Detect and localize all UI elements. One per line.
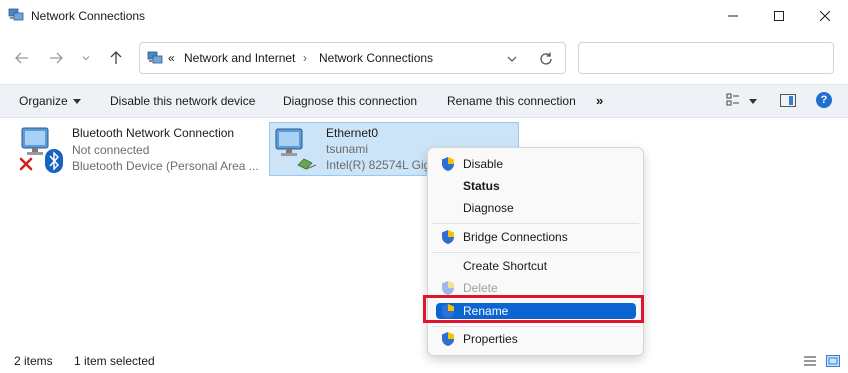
menu-item-status[interactable]: Status — [432, 176, 639, 196]
menu-item-diagnose[interactable]: Diagnose — [432, 198, 639, 218]
breadcrumb-network-connections[interactable]: Network Connections — [319, 51, 433, 65]
disable-device-button[interactable]: Disable this network device — [110, 94, 255, 108]
arrow-up-icon — [110, 51, 122, 64]
back-button[interactable] — [12, 48, 32, 68]
highlight-callout — [423, 295, 644, 323]
chevron-down-icon — [82, 56, 90, 61]
menu-label: Properties — [463, 332, 518, 346]
caret-down-icon — [72, 99, 81, 105]
item-device: Bluetooth Device (Personal Area ... — [72, 159, 258, 173]
forward-button[interactable] — [46, 48, 66, 68]
navigation-bar: « Network and Internet › Network Connect… — [0, 36, 848, 78]
more-commands-button[interactable]: » — [596, 93, 603, 108]
details-view-icon[interactable] — [803, 355, 817, 367]
breadcrumb-separator: › — [303, 51, 307, 65]
network-adapter-icon — [275, 128, 317, 170]
menu-item-disable[interactable]: Disable — [432, 154, 639, 174]
menu-separator — [432, 223, 639, 224]
context-menu: Disable Status Diagnose Bridge Connectio… — [427, 147, 644, 356]
up-button[interactable] — [106, 48, 126, 68]
menu-item-bridge-connections[interactable]: Bridge Connections — [432, 227, 639, 247]
maximize-button[interactable] — [756, 0, 802, 32]
tiles-view-icon[interactable] — [826, 355, 840, 367]
window-title: Network Connections — [31, 9, 146, 23]
bluetooth-icon — [45, 149, 63, 173]
preview-pane-icon[interactable] — [780, 94, 796, 107]
uac-shield-icon — [442, 157, 454, 171]
disconnected-x-icon — [19, 157, 33, 171]
menu-separator — [432, 326, 639, 327]
item-status: tsunami — [326, 142, 369, 156]
item-status: Not connected — [72, 143, 150, 157]
menu-label: Bridge Connections — [463, 230, 568, 244]
help-icon[interactable]: ? — [816, 92, 832, 108]
command-bar: Organize Disable this network device Dia… — [0, 84, 848, 118]
close-button[interactable] — [802, 0, 848, 32]
minimize-button[interactable] — [710, 0, 756, 32]
menu-label: Diagnose — [463, 201, 514, 215]
title-bar: Network Connections — [0, 0, 848, 32]
uac-shield-icon — [442, 281, 454, 295]
breadcrumb-network-and-internet[interactable]: Network and Internet — [184, 51, 295, 65]
menu-label: Disable — [463, 157, 504, 171]
organize-label: Organize — [19, 94, 68, 108]
chevron-down-icon[interactable] — [506, 53, 518, 65]
arrow-right-icon — [50, 52, 63, 64]
caret-down-icon[interactable] — [749, 99, 757, 104]
network-connections-icon — [8, 8, 24, 21]
change-view-icon[interactable] — [726, 93, 740, 107]
status-selection: 1 item selected — [74, 354, 155, 368]
organize-menu[interactable]: Organize — [19, 94, 81, 108]
status-item-count: 2 items — [14, 354, 53, 368]
item-name: Ethernet0 — [326, 126, 379, 140]
menu-separator — [432, 252, 639, 253]
maximize-icon — [774, 11, 784, 21]
menu-item-properties[interactable]: Properties — [432, 329, 639, 349]
breadcrumb-overflow[interactable]: « — [168, 51, 175, 65]
uac-shield-icon — [442, 332, 454, 346]
uac-shield-icon — [442, 230, 454, 244]
address-bar[interactable]: « Network and Internet › Network Connect… — [139, 42, 566, 74]
search-input[interactable] — [578, 42, 834, 74]
rename-connection-button[interactable]: Rename this connection — [447, 94, 576, 108]
menu-item-create-shortcut[interactable]: Create Shortcut — [432, 256, 639, 276]
item-name: Bluetooth Network Connection — [72, 126, 235, 140]
diagnose-button[interactable]: Diagnose this connection — [283, 94, 417, 108]
recent-locations-button[interactable] — [76, 48, 96, 68]
menu-label: Create Shortcut — [463, 259, 548, 273]
network-connections-icon — [147, 51, 163, 64]
menu-label: Status — [463, 179, 500, 193]
arrow-left-icon — [15, 52, 28, 64]
menu-label: Delete — [463, 281, 498, 295]
item-device: Intel(R) 82574L Giga — [326, 158, 437, 172]
refresh-icon[interactable] — [538, 51, 554, 67]
close-icon — [820, 11, 830, 21]
minimize-icon — [728, 15, 738, 17]
connection-item-bluetooth[interactable]: Bluetooth Network Connection Not connect… — [16, 122, 260, 176]
